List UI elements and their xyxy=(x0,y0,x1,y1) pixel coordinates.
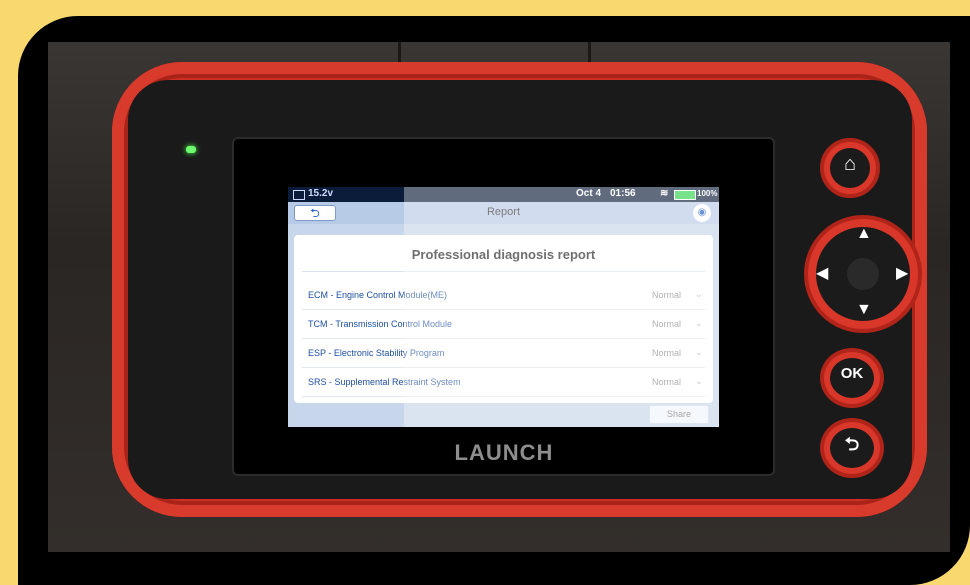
voltage-icon xyxy=(293,190,305,200)
dpad-center[interactable] xyxy=(847,258,879,290)
left-arrow-icon[interactable]: ◀ xyxy=(816,263,828,283)
down-arrow-icon[interactable]: ▼ xyxy=(856,301,872,319)
back-button[interactable]: ⮌ xyxy=(294,205,336,221)
module-name: ECM - Engine Control Module(ME) xyxy=(308,290,448,300)
ok-button[interactable]: OK xyxy=(820,348,884,408)
status-time: 01:56 xyxy=(610,188,636,199)
voltage-readout: 15.2v xyxy=(308,188,334,199)
ok-label: OK xyxy=(830,358,874,398)
report-card: Professional diagnosis report ECM - Engi… xyxy=(294,235,713,403)
screenshot-button[interactable]: ◉ xyxy=(693,204,711,222)
power-led xyxy=(186,146,196,153)
back-arrow-icon: ⮌ xyxy=(310,206,320,220)
action-bar: Share xyxy=(288,403,719,427)
chevron-down-icon: ⌄ xyxy=(695,347,703,357)
brand-logo: LAUNCH xyxy=(454,440,554,465)
battery-icon xyxy=(674,190,696,200)
status-date: Oct 4 xyxy=(576,188,602,199)
camera-icon: ◉ xyxy=(697,207,707,218)
up-arrow-icon[interactable]: ▲ xyxy=(856,225,872,243)
title-bar: Report ⮌ ◉ xyxy=(288,202,719,224)
divider xyxy=(302,271,705,272)
report-row[interactable]: ECM - Engine Control Module(ME) Normal ⌄ xyxy=(302,281,705,310)
module-status: Normal xyxy=(652,319,682,329)
report-row[interactable]: ESP - Electronic Stability Program Norma… xyxy=(302,339,705,368)
page-title: Report xyxy=(486,206,521,218)
device-screen: 15.2v Oct 4 01:56 ≋ 100% Report ⮌ ◉ Prof… xyxy=(288,187,719,427)
report-row[interactable]: SRS - Supplemental Restraint System Norm… xyxy=(302,368,705,397)
home-button[interactable]: ⌂ xyxy=(820,138,880,198)
module-status: Normal xyxy=(652,290,682,300)
return-button[interactable]: ⮌ xyxy=(820,418,884,478)
share-button[interactable]: Share xyxy=(649,405,709,424)
home-icon: ⌂ xyxy=(830,148,870,188)
status-bar: 15.2v Oct 4 01:56 ≋ 100% xyxy=(288,187,719,202)
direction-pad[interactable]: ▲ ▼ ◀ ▶ xyxy=(804,215,922,333)
module-name: TCM - Transmission Control Module xyxy=(308,319,453,329)
report-title: Professional diagnosis report xyxy=(411,247,596,262)
module-status: Normal xyxy=(652,348,682,358)
battery-percent: 100% xyxy=(697,189,718,198)
wifi-icon: ≋ xyxy=(660,188,669,199)
chevron-down-icon: ⌄ xyxy=(695,376,703,386)
module-name: ESP - Electronic Stability Program xyxy=(308,348,445,358)
module-status: Normal xyxy=(652,377,682,387)
return-icon: ⮌ xyxy=(830,428,874,468)
chevron-down-icon: ⌄ xyxy=(695,318,703,328)
report-row[interactable]: TCM - Transmission Control Module Normal… xyxy=(302,310,705,339)
chevron-down-icon: ⌄ xyxy=(695,289,703,299)
right-arrow-icon[interactable]: ▶ xyxy=(896,263,908,283)
module-name: SRS - Supplemental Restraint System xyxy=(308,377,461,387)
